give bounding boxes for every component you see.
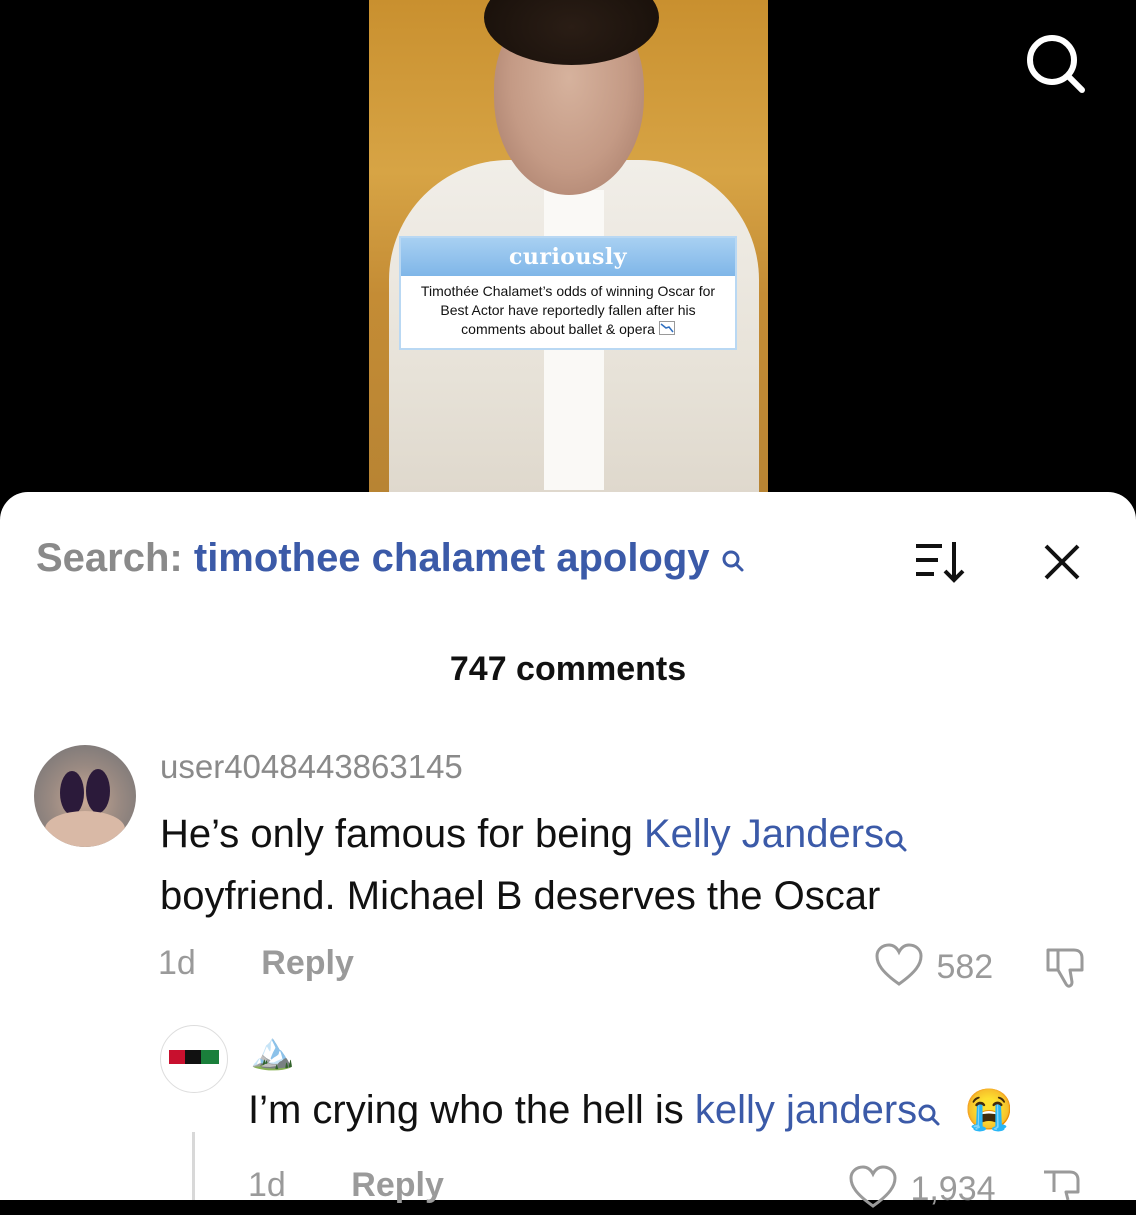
heart-icon [848, 1164, 898, 1215]
caption-brand: curiously [401, 238, 735, 276]
close-icon[interactable] [1040, 540, 1084, 589]
video-caption-card: curiously Timothée Chalamet’s odds of wi… [399, 236, 737, 350]
comment-search-link[interactable]: Kelly Janders [644, 812, 884, 856]
comment-count: 747 comments [449, 650, 687, 688]
comment-age: 1d [158, 944, 196, 982]
reply-like-button[interactable]: 1,934 [848, 1164, 996, 1215]
reply-reply-button[interactable]: Reply [351, 1166, 444, 1204]
reply-like-count: 1,934 [910, 1170, 996, 1208]
crying-emoji: 😭 [964, 1088, 1015, 1132]
video-player[interactable]: curiously Timothée Chalamet’s odds of wi… [0, 0, 1136, 500]
search-icon[interactable] [1024, 30, 1088, 94]
comment-text-after: boyfriend. Michael B deserves the Oscar [160, 874, 881, 918]
comment-text-before: He’s only famous for being [160, 812, 644, 856]
avatar[interactable] [34, 745, 136, 847]
search-label: Search: [36, 536, 183, 580]
reply-text: I’m crying who the hell is kelly janders… [248, 1086, 1014, 1137]
reply-username[interactable]: 🏔️ [250, 1030, 295, 1072]
heart-icon [874, 942, 924, 993]
sort-icon[interactable] [912, 538, 966, 591]
search-query-icon [721, 538, 745, 583]
comment-text: He’s only famous for being Kelly Janders… [160, 806, 1090, 924]
search-query-link[interactable]: timothee chalamet apology [194, 536, 710, 580]
reply-age: 1d [248, 1166, 286, 1204]
reply-text-before: I’m crying who the hell is [248, 1088, 695, 1132]
comment-username[interactable]: user4048443863145 [160, 748, 463, 786]
comments-search-bar[interactable]: Search: timothee chalamet apology [36, 536, 745, 583]
like-count: 582 [936, 948, 994, 986]
caption-text: Timothée Chalamet’s odds of winning Osca… [401, 276, 735, 340]
comment-meta: 1d Reply [158, 944, 354, 983]
thread-line [192, 1132, 195, 1200]
reply-search-link[interactable]: kelly janders [695, 1088, 917, 1132]
search-link-icon [884, 812, 908, 868]
reply-meta: 1d Reply [248, 1166, 444, 1205]
chart-decreasing-icon [658, 320, 675, 340]
like-button[interactable]: 582 [874, 942, 993, 993]
reply-button[interactable]: Reply [261, 944, 354, 982]
dislike-icon[interactable] [1044, 944, 1092, 995]
reply-avatar[interactable] [160, 1025, 228, 1093]
search-link-icon [917, 1092, 941, 1137]
reply-dislike-icon[interactable] [1040, 1166, 1088, 1205]
